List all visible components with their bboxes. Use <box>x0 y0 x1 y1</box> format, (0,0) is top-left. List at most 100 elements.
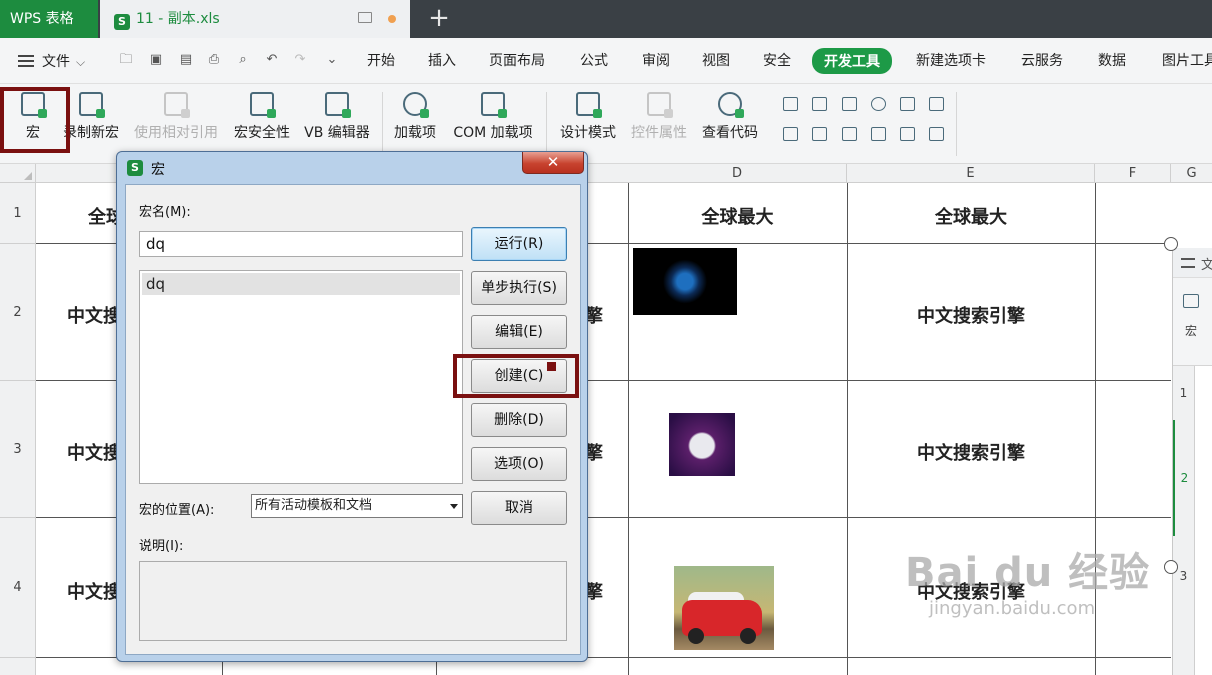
view-code-button[interactable]: 查看代码 <box>700 92 760 142</box>
button-control-icon[interactable] <box>842 97 857 111</box>
image-control-icon[interactable] <box>900 127 915 141</box>
row-header-5[interactable] <box>0 658 36 675</box>
column-header-f[interactable]: F <box>1095 164 1171 183</box>
macro-security-button[interactable]: 宏安全性 <box>231 92 293 142</box>
cancel-button[interactable]: 取消 <box>471 491 567 525</box>
addins-button[interactable]: 加载项 <box>392 92 438 142</box>
open-folder-icon[interactable]: 🗀 <box>118 52 134 68</box>
addins-label: 加载项 <box>394 125 436 141</box>
description-label: 说明(I): <box>139 539 184 554</box>
cell-e2[interactable]: 中文搜索引擎 <box>847 302 1095 328</box>
row-header-1[interactable]: 1 <box>0 183 36 244</box>
dialog-title-bar[interactable]: S 宏 <box>117 152 587 184</box>
column-header-e[interactable]: E <box>847 164 1095 183</box>
macro-list[interactable]: dq <box>139 270 463 484</box>
step-into-button[interactable]: 单步执行(S) <box>471 271 567 305</box>
toggle-control-icon[interactable] <box>929 127 944 141</box>
cell-d1[interactable]: 全球最大 <box>628 203 847 229</box>
hamburger-icon <box>18 55 34 67</box>
delete-button[interactable]: 删除(D) <box>471 403 567 437</box>
vb-editor-label: VB 编辑器 <box>304 125 370 141</box>
column-header-d[interactable]: D <box>628 164 847 183</box>
control-properties-icon <box>647 92 673 118</box>
macro-location-value: 所有活动模板和文档 <box>255 498 373 513</box>
row-header-3[interactable]: 3 <box>0 381 36 518</box>
secondary-window-fragment: 文 宏 1 2 3 <box>1172 248 1212 675</box>
relative-reference-label: 使用相对引用 <box>134 125 218 141</box>
row-header-2[interactable]: 2 <box>0 244 36 381</box>
menu-new-tab[interactable]: 新建选项卡 <box>916 50 986 70</box>
spin-control-icon[interactable] <box>900 97 915 111</box>
menu-insert[interactable]: 插入 <box>428 50 456 70</box>
cell-a3[interactable]: 中文搜 <box>67 439 121 465</box>
cell-a2[interactable]: 中文搜 <box>67 302 121 328</box>
menu-cloud-service[interactable]: 云服务 <box>1021 50 1063 70</box>
monitor-icon[interactable] <box>358 12 372 23</box>
window-tab-bar: WPS 表格 S 11 - 副本.xls + <box>0 0 1212 38</box>
cell-e3[interactable]: 中文搜索引擎 <box>847 439 1095 465</box>
secondary-row-header-2[interactable]: 2 <box>1173 420 1195 536</box>
resize-handle[interactable] <box>1164 237 1178 251</box>
run-button[interactable]: 运行(R) <box>471 227 567 261</box>
globe-image[interactable] <box>633 248 737 315</box>
textbox-control-icon[interactable] <box>842 127 857 141</box>
menu-data[interactable]: 数据 <box>1098 50 1126 70</box>
hamburger-icon[interactable] <box>1181 258 1195 268</box>
secondary-row-header-3[interactable]: 3 <box>1173 536 1195 675</box>
macro-icon[interactable] <box>1183 294 1199 308</box>
menu-picture-tools[interactable]: 图片工具 <box>1162 50 1212 70</box>
checkbox-control-icon[interactable] <box>783 97 798 111</box>
shield-icon <box>250 92 276 118</box>
control-properties-button[interactable]: 控件属性 <box>628 92 690 142</box>
macro-name-input[interactable]: dq <box>139 231 463 257</box>
options-button[interactable]: 选项(O) <box>471 447 567 481</box>
create-button-highlight <box>453 354 579 398</box>
menu-page-layout[interactable]: 页面布局 <box>489 50 545 70</box>
purple-sphere-image[interactable] <box>669 413 735 476</box>
secondary-row-header-1[interactable]: 1 <box>1173 366 1195 420</box>
column-header-g[interactable]: G <box>1171 164 1212 183</box>
spreadsheet-icon: S <box>114 14 130 30</box>
customize-dropdown-icon[interactable]: ⌄ <box>324 52 340 68</box>
redo-icon[interactable]: ↷ <box>292 52 308 68</box>
document-tab[interactable]: S 11 - 副本.xls <box>100 0 410 38</box>
baidu-jingyan-watermark: Bai du 经验 jingyan.baidu.com <box>905 540 1150 619</box>
scrollbar-control-icon[interactable] <box>812 127 827 141</box>
file-menu-label: 文件 <box>42 54 70 70</box>
cell-e1[interactable]: 全球最大 <box>847 203 1095 229</box>
label-control-icon[interactable] <box>871 127 886 141</box>
cell-a4[interactable]: 中文搜 <box>67 578 121 604</box>
menu-home[interactable]: 开始 <box>367 50 395 70</box>
relative-reference-button[interactable]: 使用相对引用 <box>131 92 221 142</box>
com-addins-button[interactable]: COM 加载项 <box>450 92 536 142</box>
macro-location-select[interactable]: 所有活动模板和文档 <box>251 494 463 518</box>
grid-line <box>628 183 629 675</box>
radio-control-icon[interactable] <box>871 97 886 111</box>
design-mode-button[interactable]: 设计模式 <box>558 92 618 142</box>
macro-list-item[interactable]: dq <box>142 273 460 295</box>
resize-handle[interactable] <box>1164 560 1178 574</box>
save-icon[interactable]: ▣ <box>148 52 164 68</box>
red-car-image[interactable] <box>674 566 774 650</box>
app-tab[interactable]: WPS 表格 <box>0 0 98 38</box>
ribbon-divider <box>956 92 957 156</box>
print-icon[interactable]: ⎙ <box>206 52 222 68</box>
select-all-corner[interactable] <box>0 164 36 183</box>
file-menu[interactable]: 文件 ⌵ <box>18 51 85 71</box>
undo-icon[interactable]: ↶ <box>264 52 280 68</box>
row-header-4[interactable]: 4 <box>0 518 36 658</box>
list-control-icon[interactable] <box>929 97 944 111</box>
menu-view[interactable]: 视图 <box>702 50 730 70</box>
vb-editor-button[interactable]: VB 编辑器 <box>302 92 372 142</box>
new-tab-button[interactable]: + <box>424 0 454 38</box>
print-preview-icon[interactable]: ⌕ <box>235 52 251 68</box>
frame-control-icon[interactable] <box>812 97 827 111</box>
menu-review[interactable]: 审阅 <box>642 50 670 70</box>
close-button[interactable]: ✕ <box>522 152 584 174</box>
menu-security[interactable]: 安全 <box>763 50 791 70</box>
combo-control-icon[interactable] <box>783 127 798 141</box>
menu-formulas[interactable]: 公式 <box>580 50 608 70</box>
edit-button[interactable]: 编辑(E) <box>471 315 567 349</box>
menu-developer[interactable]: 开发工具 <box>812 48 892 74</box>
pdf-icon[interactable]: ▤ <box>178 52 194 68</box>
